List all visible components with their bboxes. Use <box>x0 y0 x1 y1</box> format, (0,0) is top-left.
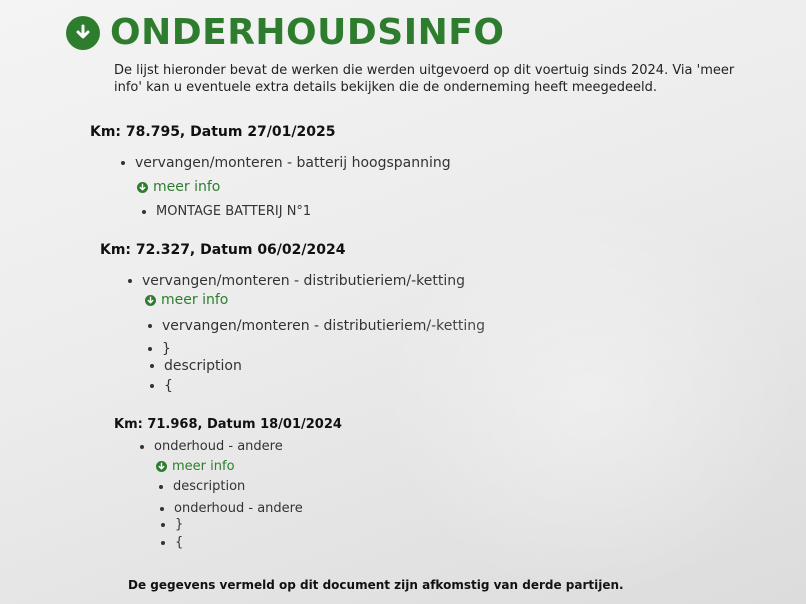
detail-item: { <box>175 535 184 550</box>
meer-info-label: meer info <box>161 292 229 308</box>
meer-info-link[interactable]: meer info <box>156 459 235 474</box>
detail-item: } <box>175 517 184 532</box>
detail-item: vervangen/monteren - distributieriem/-ke… <box>162 318 486 334</box>
screen-glare <box>380 200 800 600</box>
arrow-down-circle-icon <box>66 15 100 50</box>
section-heading: ONDERHOUDSINFO <box>66 12 504 53</box>
meer-info-link[interactable]: meer info <box>137 179 220 195</box>
detail-item: { <box>164 378 173 394</box>
work-item: vervangen/monteren - batterij hoogspanni… <box>135 155 451 171</box>
intro-text: De lijst hieronder bevat de werken die w… <box>114 63 735 95</box>
meer-info-label: meer info <box>172 459 235 474</box>
detail-item: onderhoud - andere <box>174 501 303 516</box>
section-title: ONDERHOUDSINFO <box>110 12 505 53</box>
footer-disclaimer: De gegevens vermeld op dit document zijn… <box>128 578 624 592</box>
entry-header: Km: 72.327, Datum 06/02/2024 <box>100 242 346 258</box>
entry-header: Km: 78.795, Datum 27/01/2025 <box>90 124 336 140</box>
arrow-down-circle-icon <box>145 294 156 306</box>
work-item: vervangen/monteren - distributieriem/-ke… <box>142 273 466 289</box>
maintenance-entry: Km: 72.327, Datum 06/02/2024 vervangen/m… <box>100 242 485 394</box>
arrow-down-circle-icon <box>156 461 167 472</box>
work-item: onderhoud - andere <box>154 439 283 454</box>
detail-item: description <box>173 479 246 494</box>
maintenance-entry: Km: 78.795, Datum 27/01/2025 vervangen/m… <box>90 124 451 219</box>
meer-info-label: meer info <box>153 179 221 195</box>
detail-item: } <box>162 341 171 357</box>
meer-info-link[interactable]: meer info <box>145 292 228 308</box>
maintenance-entry: Km: 71.968, Datum 18/01/2024 onderhoud -… <box>114 417 342 550</box>
detail-item: MONTAGE BATTERIJ N°1 <box>156 204 312 219</box>
maintenance-info-page: ONDERHOUDSINFO De lijst hieronder bevat … <box>0 0 806 604</box>
entry-header: Km: 71.968, Datum 18/01/2024 <box>114 417 342 432</box>
arrow-down-circle-icon <box>137 181 148 193</box>
detail-item: description <box>164 358 242 374</box>
